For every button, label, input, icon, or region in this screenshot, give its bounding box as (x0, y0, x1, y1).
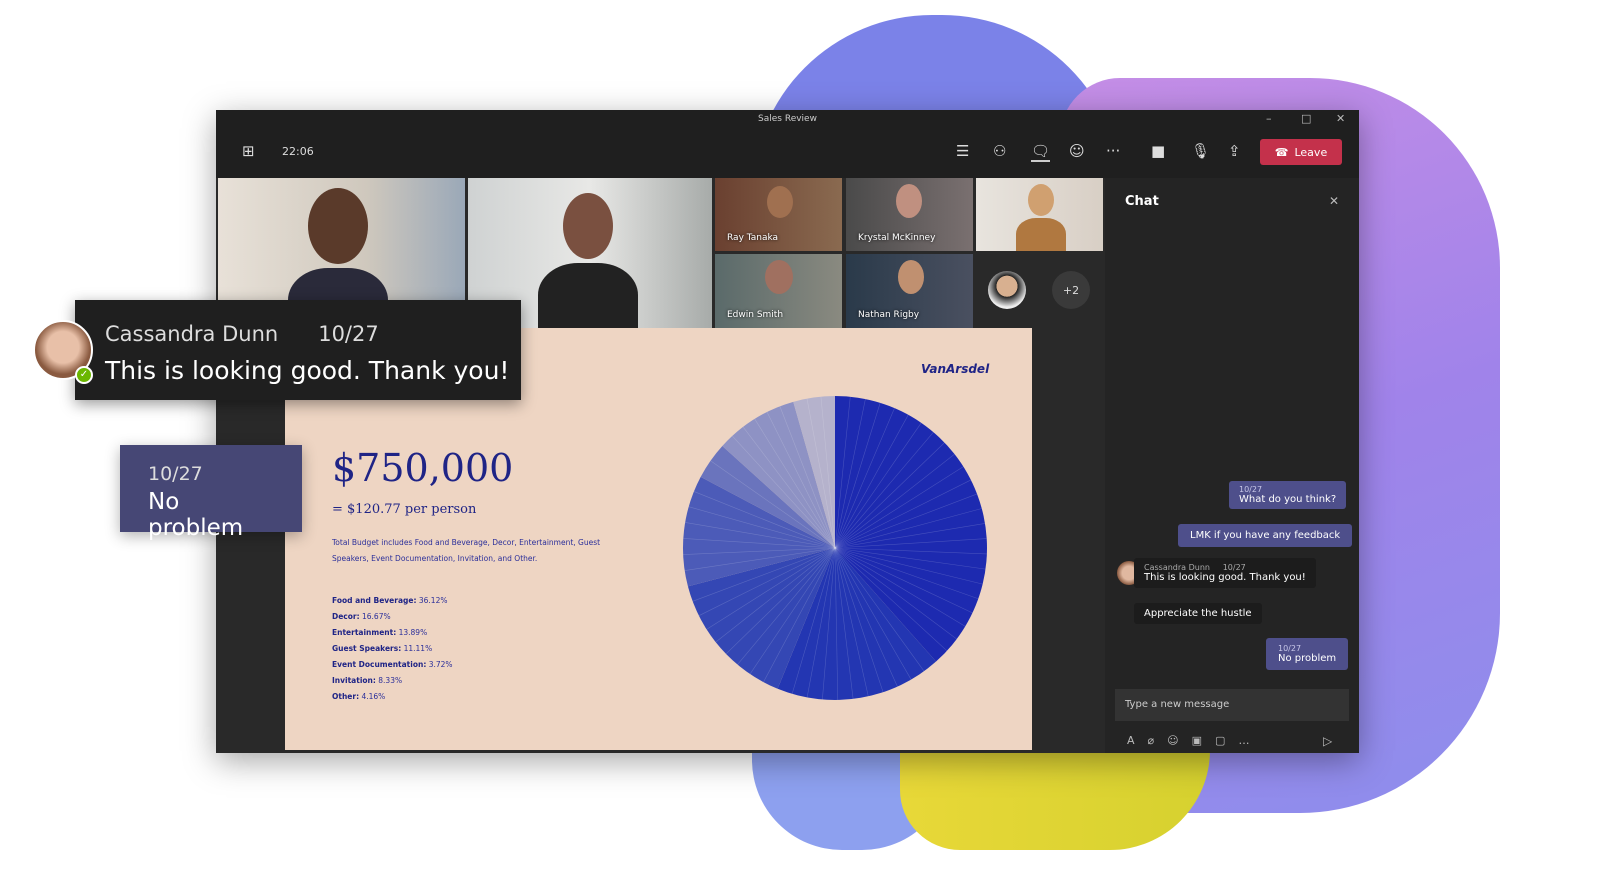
budget-legend: Food and Beverage: 36.12% Decor: 16.67% En… (332, 596, 453, 708)
legend-item: Event Documentation: 3.72% (332, 660, 453, 669)
camera-icon[interactable]: ■ (1151, 142, 1165, 160)
close-chat-icon[interactable]: ✕ (1329, 194, 1339, 208)
meeting-timer: 22:06 (282, 145, 314, 158)
budget-total: $750,000 (332, 446, 514, 490)
legend-value: 16.67% (362, 612, 391, 621)
legend-value: 3.72% (428, 660, 453, 669)
chat-title: Chat (1125, 194, 1159, 209)
video-tile-ray-tanaka[interactable]: Ray Tanaka (715, 178, 842, 251)
per-person-cost: = $120.77 per person (332, 502, 477, 517)
legend-value: 4.16% (361, 692, 386, 701)
grid-icon[interactable]: ⊞ (242, 142, 255, 160)
participant-name: Krystal McKinney (858, 233, 936, 243)
more-participants-badge[interactable]: +2 (1052, 271, 1090, 309)
legend-item: Entertainment: 13.89% (332, 628, 453, 637)
legend-item: Invitation: 8.33% (332, 676, 453, 685)
emoji-icon: ☺ (1167, 734, 1192, 747)
maximize-button[interactable]: □ (1301, 110, 1311, 128)
meeting-window: Sales Review – □ ✕ ⊞ 22:06 ☰ ⚇ 🗨 ☺ ··· ■… (216, 110, 1359, 753)
legend-label: Decor: (332, 612, 360, 621)
format-icon: A (1127, 734, 1148, 747)
leave-button[interactable]: ☎ Leave (1260, 139, 1342, 165)
chat-message-sent: 10/27 What do you think? (1229, 481, 1347, 509)
chat-notification-toast[interactable]: ✓ Cassandra Dunn 10/27 This is looking go… (33, 300, 521, 400)
people-icon[interactable]: ⚇ (993, 142, 1006, 160)
more-icon: … (1238, 734, 1263, 747)
reply-card: 10/27 No problem (120, 445, 302, 541)
gif-icon: ▣ (1191, 734, 1216, 747)
reactions-icon[interactable]: ☺ (1069, 142, 1085, 160)
attach-icon: ⌀ (1147, 734, 1168, 747)
reply-text: No problem (148, 489, 244, 541)
video-tile-edwin-smith[interactable]: Edwin Smith (715, 254, 842, 328)
legend-item: Guest Speakers: 11.11% (332, 644, 453, 653)
chat-message-received: Appreciate the hustle (1134, 603, 1262, 624)
legend-label: Entertainment: (332, 628, 397, 637)
toast-date: 10/27 (318, 322, 379, 346)
share-screen-icon[interactable]: ⇪ (1228, 142, 1241, 160)
message-input[interactable]: Type a new message (1115, 689, 1349, 721)
legend-item: Decor: 16.67% (332, 612, 453, 621)
microphone-icon[interactable]: 🎙 (1191, 142, 1210, 160)
chat-icon[interactable]: 🗨 (1031, 142, 1051, 162)
close-button[interactable]: ✕ (1336, 110, 1345, 128)
available-status-icon: ✓ (75, 366, 93, 384)
legend-value: 8.33% (378, 676, 403, 685)
compose-toolbar[interactable]: A⌀☺▣▢… (1127, 734, 1262, 747)
legend-label: Food and Beverage: (332, 596, 417, 605)
chat-panel: Chat ✕ 10/27 What do you think? LMK if yo… (1105, 178, 1359, 753)
chat-message-received: Cassandra Dunn 10/27 This is looking good… (1134, 558, 1316, 588)
legend-label: Invitation: (332, 676, 376, 685)
budget-description: Total Budget includes Food and Beverage,… (332, 538, 601, 563)
legend-label: Guest Speakers: (332, 644, 402, 653)
minimize-button[interactable]: – (1266, 110, 1272, 128)
brand-logo: VanArsdel (921, 362, 990, 376)
video-tile-nathan-rigby[interactable]: Nathan Rigby (846, 254, 973, 328)
title-bar: Sales Review – □ ✕ (216, 110, 1359, 128)
reply-date: 10/27 (148, 463, 203, 485)
participants-list-icon[interactable]: ☰ (956, 142, 969, 160)
legend-value: 13.89% (398, 628, 428, 637)
legend-value: 11.11% (403, 644, 433, 653)
legend-label: Other: (332, 692, 360, 701)
video-tile[interactable] (976, 178, 1103, 251)
participant-name: Edwin Smith (727, 310, 784, 320)
leave-label: Leave (1294, 145, 1328, 159)
budget-pie-chart (683, 396, 988, 700)
meeting-toolbar: ⊞ 22:06 ☰ ⚇ 🗨 ☺ ··· ■ 🎙 ⇪ ☎ Leave (216, 128, 1359, 178)
toast-message: This is looking good. Thank you! (105, 356, 510, 385)
more-options-button[interactable]: ··· (1106, 142, 1120, 160)
video-tile-krystal-mckinney[interactable]: Krystal McKinney (846, 178, 973, 251)
phone-hangup-icon: ☎ (1274, 145, 1289, 159)
legend-item: Food and Beverage: 36.12% (332, 596, 453, 605)
legend-label: Event Documentation: (332, 660, 427, 669)
sticker-icon: ▢ (1215, 734, 1239, 747)
participant-avatar[interactable] (988, 271, 1026, 309)
participant-name: Ray Tanaka (727, 233, 779, 243)
chat-message-sent: 10/27 No problem (1266, 638, 1349, 670)
chat-message-sent: LMK if you have any feedback (1178, 524, 1353, 547)
legend-value: 36.12% (418, 596, 448, 605)
window-title: Sales Review (758, 114, 817, 124)
send-icon[interactable]: ▷ (1323, 734, 1332, 748)
toast-author: Cassandra Dunn (105, 322, 279, 346)
participant-name: Nathan Rigby (858, 310, 920, 320)
legend-item: Other: 4.16% (332, 692, 453, 701)
